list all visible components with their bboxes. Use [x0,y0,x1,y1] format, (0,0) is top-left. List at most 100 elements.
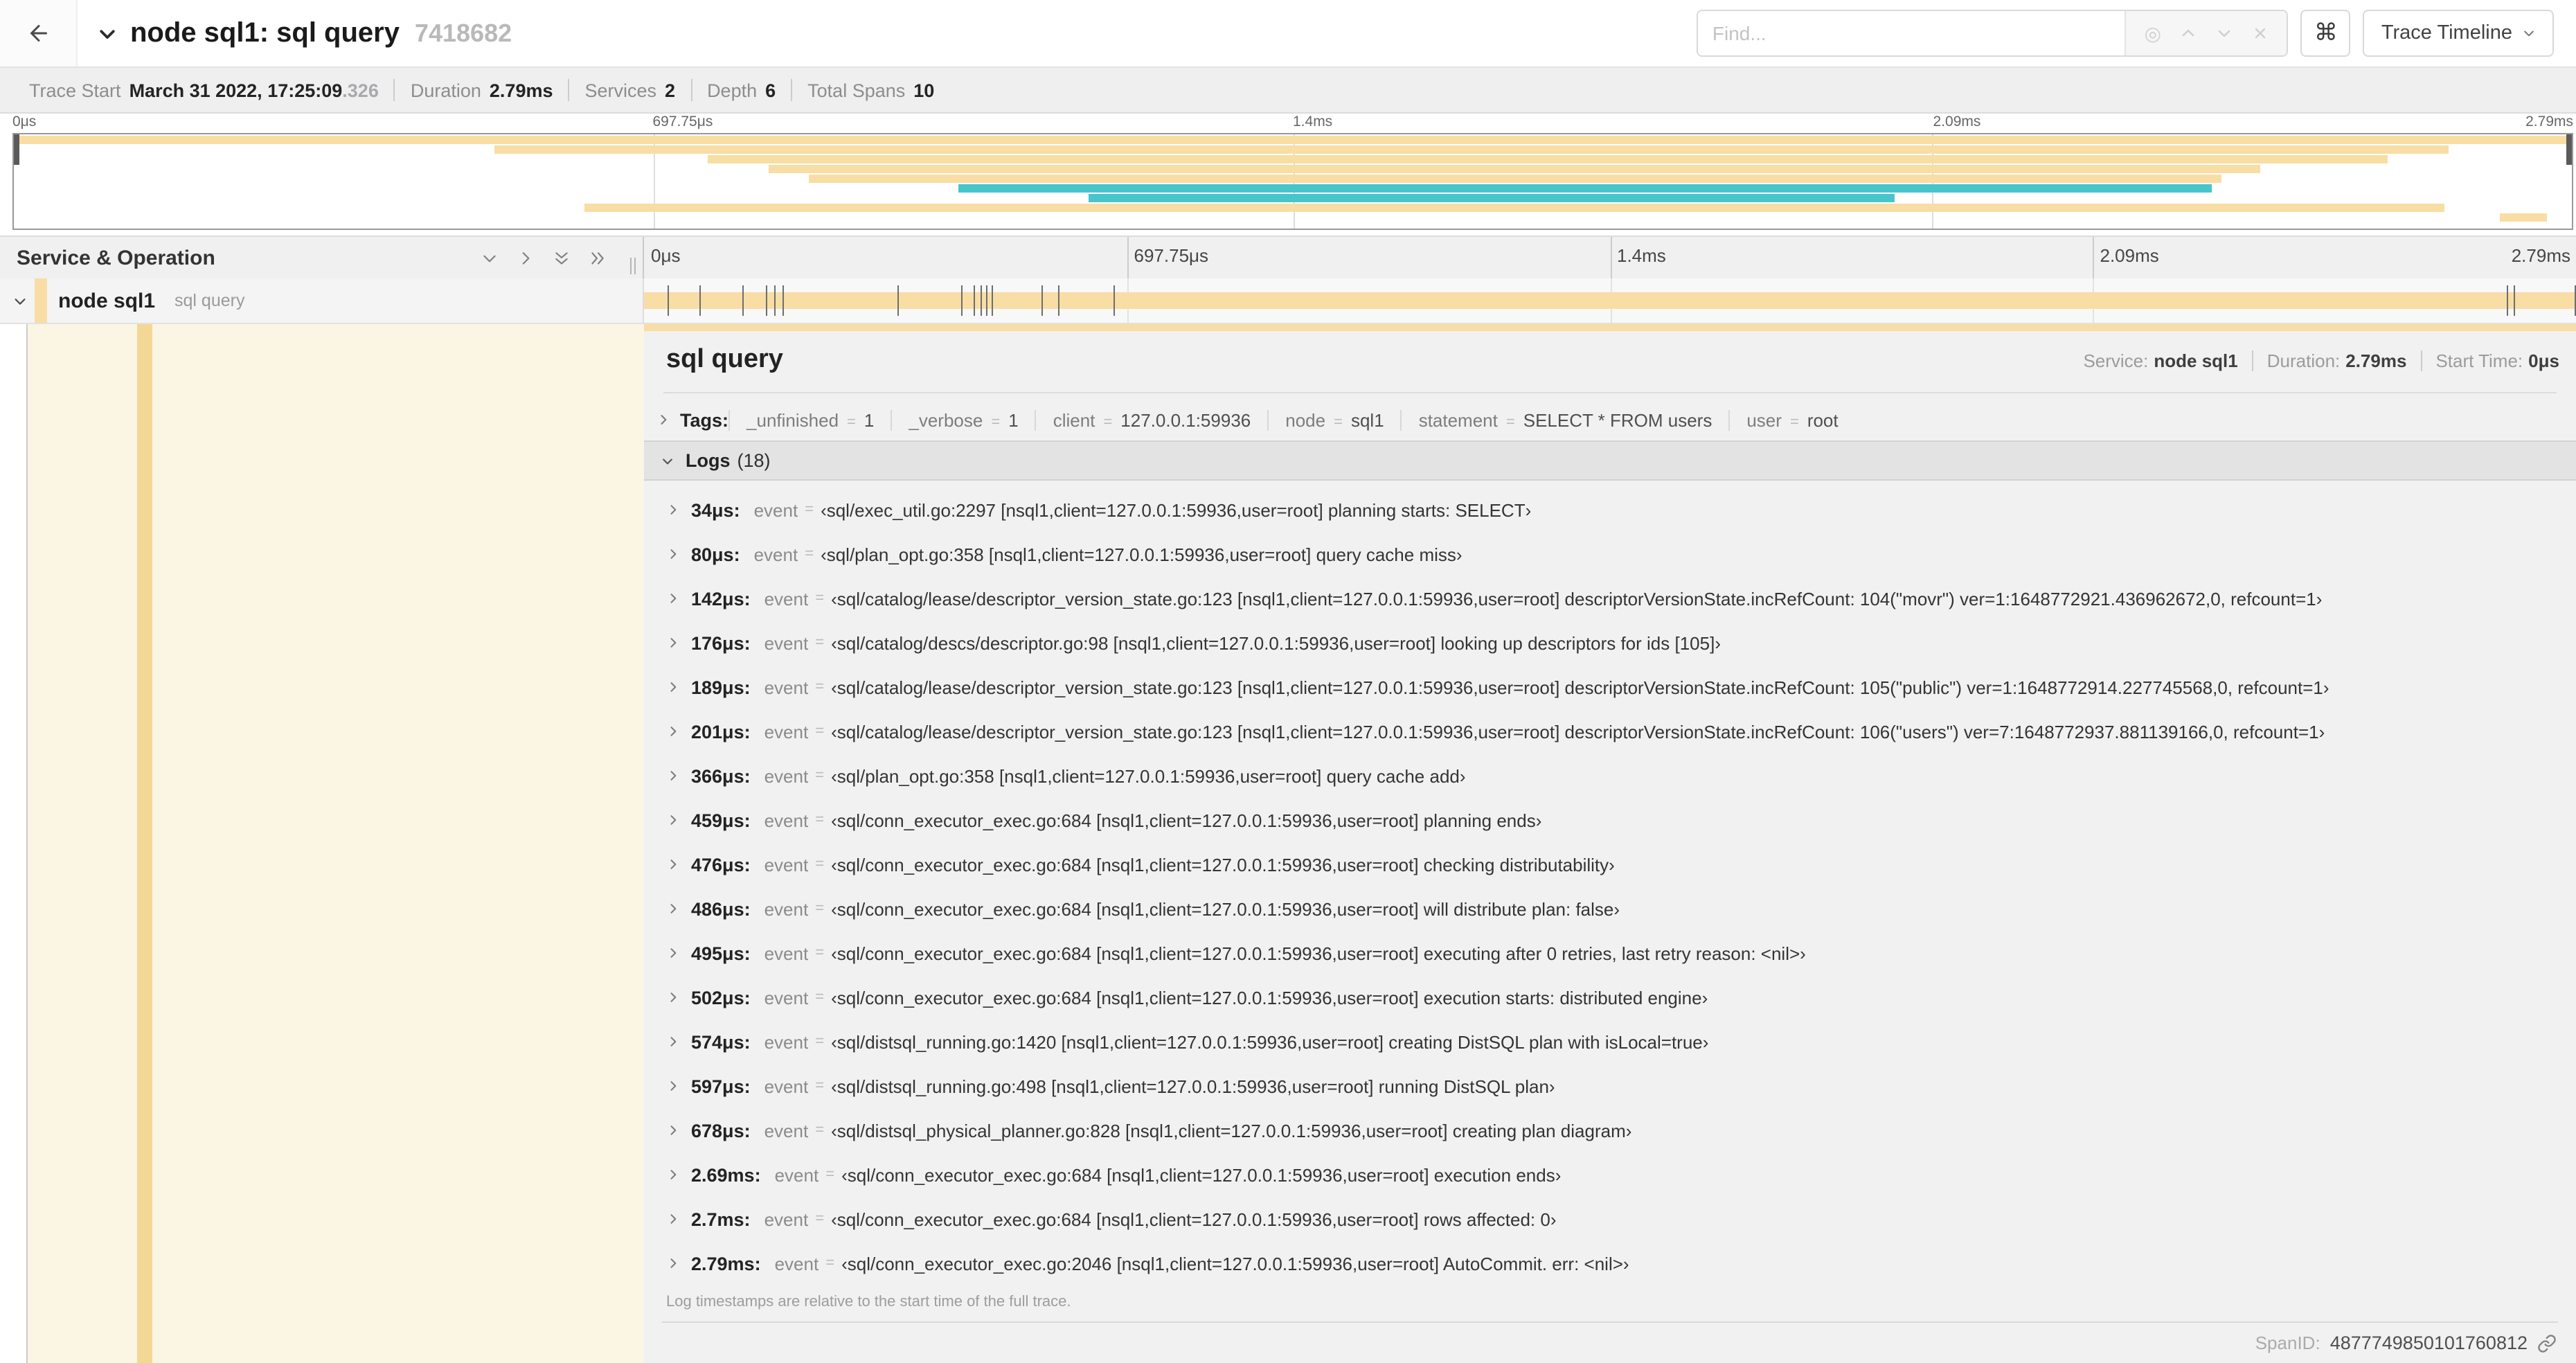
services-item: Services 2 [570,80,691,100]
link-icon[interactable] [2537,1333,2557,1353]
span-name-cell[interactable]: node sql1 sql query [0,278,644,324]
minimap-tick-label: 0μs [12,114,37,130]
viewport-scrubber-left[interactable] [14,134,19,165]
tag-item[interactable]: node = sql1 [1267,409,1400,430]
chevron-right-icon [666,1079,680,1093]
log-field-name: event [764,1209,809,1229]
column-resizer-handle[interactable] [630,258,640,274]
equals-sign: = [991,413,1001,430]
span-bar-cell[interactable] [644,278,2576,324]
chevron-down-icon[interactable] [2207,12,2243,54]
tag-value: SELECT * FROM users [1523,409,1712,430]
log-marker-tick [2513,285,2515,316]
log-row[interactable]: 495μs: event = ‹sql/conn_executor_exec.go:6… [644,931,2576,975]
tag-item[interactable]: client = 127.0.0.1:59936 [1035,409,1268,430]
timeline-grid-header: Service & Operation 0μs 697.75μs 1.4ms 2.09… [0,235,2576,280]
chevron-right-icon[interactable] [517,249,535,267]
log-row[interactable]: 486μs: event = ‹sql/conn_executor_exec.go:6… [644,887,2576,931]
log-row[interactable]: 189μs: event = ‹sql/catalog/lease/descripto… [644,665,2576,709]
log-row[interactable]: 597μs: event = ‹sql/distsql_running.go:498 … [644,1064,2576,1108]
tags-accordion[interactable]: Tags: _unfinished = 1 _verbose = 1 client = 127.… [656,402,1855,438]
log-row[interactable]: 34μs: event = ‹sql/exec_util.go:2297 [nsql1… [644,488,2576,532]
timeline-ruler: 0μs 697.75μs 1.4ms 2.09ms 2.79ms [644,237,2576,278]
detail-row-left-column [0,324,644,1363]
equals-sign: = [1103,413,1113,430]
ruler-tick-label: 0μs [651,245,681,266]
log-timestamp: 176μs: [691,632,751,653]
log-field-value: ‹sql/conn_executor_exec.go:684 [nsql1,cl… [841,1164,1562,1185]
log-field-value: ‹sql/conn_executor_exec.go:2046 [nsql1,c… [841,1253,1629,1274]
log-row[interactable]: 142μs: event = ‹sql/catalog/lease/descripto… [644,576,2576,621]
log-marker-tick [782,285,785,316]
equals-sign: = [815,989,825,1006]
back-button[interactable] [0,0,78,66]
log-timestamp: 502μs: [691,987,751,1008]
chevron-right-icon [666,680,680,694]
log-row[interactable]: 574μs: event = ‹sql/distsql_running.go:1420… [644,1019,2576,1064]
log-timestamp: 597μs: [691,1076,751,1096]
duration-value: 2.79ms [489,80,553,100]
chevron-right-icon [666,990,680,1004]
log-field-name: event [774,1253,819,1274]
tag-item[interactable]: statement = SELECT * FROM users [1400,409,1729,430]
total-spans-label: Total Spans [807,80,906,100]
log-row[interactable]: 2.7ms: event = ‹sql/conn_executor_exec.go:6… [644,1197,2576,1241]
tag-item[interactable]: _verbose = 1 [891,409,1035,430]
logs-accordion-header[interactable]: Logs (18) [644,440,2576,481]
log-field-value: ‹sql/conn_executor_exec.go:684 [nsql1,cl… [831,1209,1557,1229]
equals-sign: = [815,856,825,873]
start-time-field: Start Time: 0μs [2435,350,2559,371]
log-row[interactable]: 678μs: event = ‹sql/distsql_physical_planne… [644,1108,2576,1152]
chevron-down-icon[interactable] [12,293,28,308]
log-row[interactable]: 476μs: event = ‹sql/conn_executor_exec.go:6… [644,842,2576,887]
equals-sign: = [815,1211,825,1227]
log-row[interactable]: 2.79ms: event = ‹sql/conn_executor_exec.go:… [644,1241,2576,1285]
equals-sign: = [815,900,825,917]
log-marker-tick [981,285,982,316]
log-row[interactable]: 502μs: event = ‹sql/conn_executor_exec.go:6… [644,975,2576,1019]
span-duration-bar[interactable] [644,292,2576,309]
logs-note: Log timestamps are relative to the start… [666,1294,1071,1310]
log-field-value: ‹sql/distsql_physical_planner.go:828 [ns… [831,1120,1632,1141]
tag-item[interactable]: _unfinished = 1 [728,409,891,430]
close-icon[interactable] [2243,12,2279,54]
chevron-up-icon[interactable] [2171,12,2207,54]
chevron-down-icon[interactable] [97,23,118,44]
log-row[interactable]: 459μs: event = ‹sql/conn_executor_exec.go:6… [644,798,2576,842]
chevron-right-icon [666,902,680,916]
trace-info-bar: Trace Start March 31 2022, 17:25:09.326 … [0,66,2576,114]
log-row[interactable]: 366μs: event = ‹sql/plan_opt.go:358 [nsql1,… [644,754,2576,798]
locate-icon[interactable]: ◎ [2135,12,2171,54]
equals-sign: = [805,546,814,562]
keyboard-shortcuts-button[interactable]: ⌘ [2300,10,2351,57]
log-field-name: event [764,1076,809,1096]
tag-key: node [1285,409,1326,430]
minimap-canvas[interactable] [12,133,2573,230]
log-row[interactable]: 80μs: event = ‹sql/plan_opt.go:358 [nsql1,c… [644,532,2576,576]
tag-item[interactable]: user = root [1728,409,1854,430]
span-row-node-sql1[interactable]: node sql1 sql query [0,278,2576,324]
log-row[interactable]: 201μs: event = ‹sql/catalog/lease/descripto… [644,709,2576,754]
chevron-right-icon [666,857,680,871]
log-marker-tick [774,285,776,316]
tag-key: statement [1418,409,1498,430]
chevron-down-icon[interactable] [481,249,499,267]
equals-sign: = [1789,413,1799,430]
log-row[interactable]: 176μs: event = ‹sql/catalog/descs/descripto… [644,621,2576,665]
span-detail-title: sql query [666,345,783,374]
top-bar-actions: ◎ ⌘ Trace Timeline [1697,10,2554,57]
log-field-value: ‹sql/distsql_running.go:498 [nsql1,clien… [831,1076,1555,1096]
services-value: 2 [665,80,676,100]
tag-value: root [1807,409,1839,430]
trace-start-label: Trace Start [29,80,121,100]
double-chevron-down-icon[interactable] [553,249,571,267]
log-field-name: event [764,898,809,919]
view-selector-button[interactable]: Trace Timeline [2363,10,2554,57]
divider [2420,350,2422,371]
double-chevron-right-icon[interactable] [589,249,607,267]
find-input[interactable] [1698,11,2125,55]
log-row[interactable]: 2.69ms: event = ‹sql/conn_executor_exec.go:… [644,1152,2576,1197]
trace-timeline-page: node sql1: sql query 7418682 ◎ [0,0,2576,1363]
viewport-scrubber-right[interactable] [2566,134,2572,165]
trace-title-group[interactable]: node sql1: sql query 7418682 [97,17,1697,49]
